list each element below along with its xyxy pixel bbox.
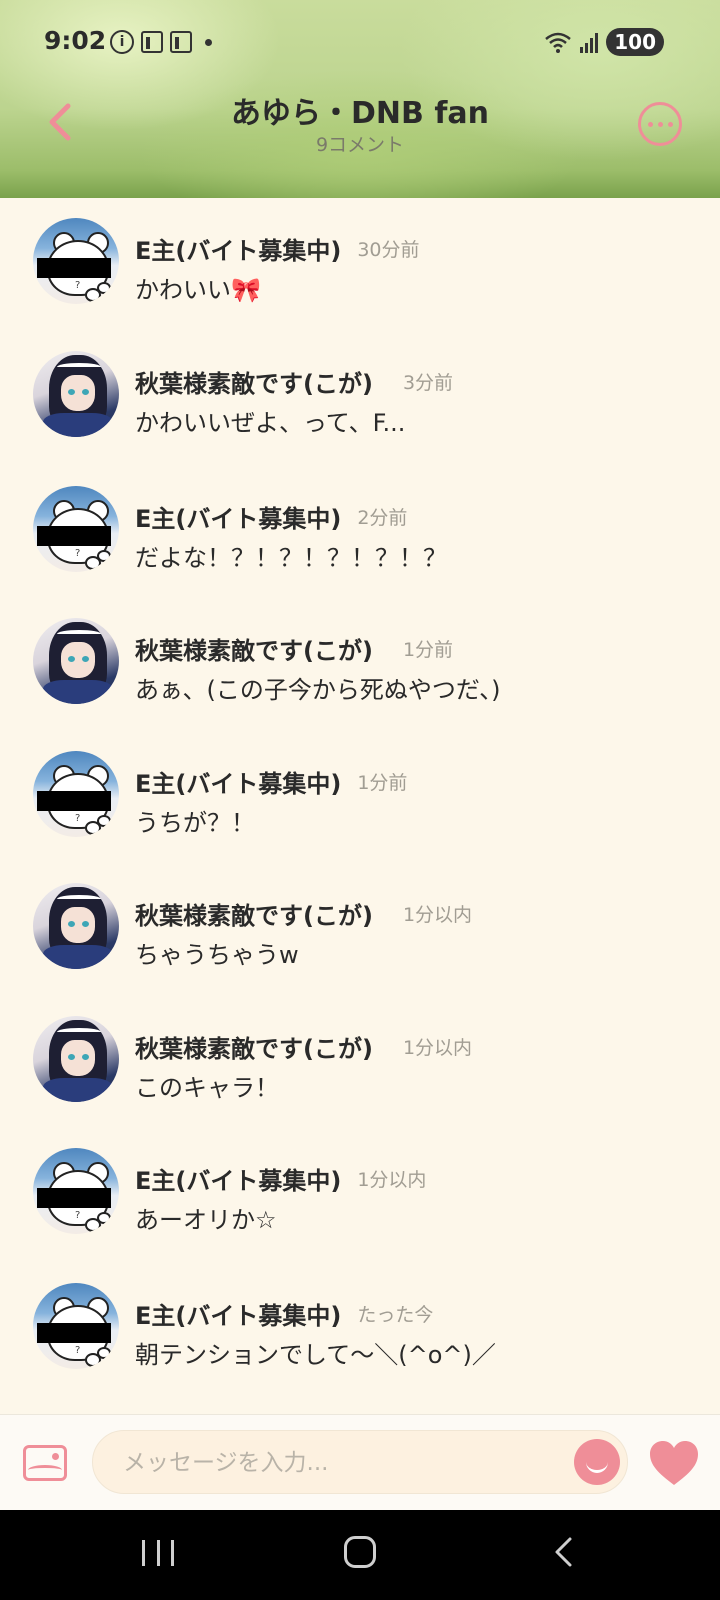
avatar[interactable]: ? [33,486,119,572]
comment-time: 2分前 [357,506,408,529]
page-title: あゆら・DNB fan [231,96,489,131]
system-icons: 100 [544,28,664,56]
status-bar: 9:02 i 100 [0,24,720,60]
comment-count: 9コメント [315,134,405,156]
comment-text: かわいいぜよ、って、F... [135,409,406,437]
avatar[interactable] [33,618,119,704]
message-input-bar: メッセージを入力... [0,1414,720,1510]
avatar[interactable]: ? [33,1148,119,1234]
comment-text: ちゃうちゃうw [135,941,299,969]
comment-author[interactable]: 秋葉様素敵です(こが) [135,364,373,399]
comment-time: 1分以内 [402,1036,473,1059]
status-time: 9:02 [44,26,107,55]
comment-list: ? E主(バイト募集中) 30分前 かわいい🎀 秋葉様素敵です(こが) 3分前 かわ… [0,198,720,1414]
recents-icon[interactable] [142,1540,174,1566]
comment-item[interactable]: 秋葉様素敵です(こが) 1分以内 ちゃうちゃうw [0,883,720,1003]
avatar[interactable] [33,1016,119,1102]
comment-time: 1分以内 [357,1168,427,1191]
battery-icon: 100 [606,28,664,56]
comment-author[interactable]: 秋葉様素敵です(こが) [135,1029,373,1064]
avatar[interactable]: ? [33,751,119,837]
comment-text: あーオリか☆ [135,1206,277,1234]
signal-icon [580,31,599,53]
comment-author[interactable]: 秋葉様素敵です(こが) [135,896,373,931]
image-icon[interactable] [23,1445,67,1481]
avatar[interactable]: ? [33,1283,119,1369]
comment-author[interactable]: E主(バイト募集中) [135,231,341,266]
comment-item[interactable]: 秋葉様素敵です(こが) 3分前 かわいいぜよ、って、F... [0,351,720,471]
comment-text: このキャラ！ [135,1074,279,1102]
comment-time: たった今 [357,1303,434,1326]
dot-icon [205,38,212,46]
comment-author[interactable]: E主(バイト募集中) [135,764,341,799]
header: 9:02 i 100 あゆら・DNB fan 9コメント [0,0,720,198]
comment-item[interactable]: ? E主(バイト募集中) 1分前 うちが？！ [0,751,720,871]
comment-time: 1分以内 [402,903,473,926]
comment-text: あぁ、(この子今から死ぬやつだ、) [135,676,501,704]
comment-time: 1分前 [357,771,408,794]
message-placeholder: メッセージを入力... [123,1450,329,1476]
comment-text: だよな！？！？！？！？！？ [135,544,447,572]
avatar[interactable]: ? [33,218,119,304]
comment-item[interactable]: ? E主(バイト募集中) 2分前 だよな！？！？！？！？！？ [0,486,720,606]
comment-time: 3分前 [402,371,454,394]
avatar[interactable] [33,883,119,969]
news-icon [141,31,163,53]
comment-author[interactable]: E主(バイト募集中) [135,1296,341,1331]
comment-text: うちが？！ [135,809,255,837]
comment-author[interactable]: 秋葉様素敵です(こが) [135,631,373,666]
comment-author[interactable]: E主(バイト募集中) [135,499,341,534]
message-input[interactable]: メッセージを入力... [92,1430,628,1494]
notification-icons: i [110,30,212,54]
heart-icon[interactable] [648,1439,700,1487]
comment-item[interactable]: 秋葉様素敵です(こが) 1分以内 このキャラ！ [0,1016,720,1136]
comment-author[interactable]: E主(バイト募集中) [135,1161,341,1196]
ribbon-icon: 🎀 [231,276,261,304]
back-icon[interactable] [552,1536,574,1568]
system-nav-bar [0,1510,720,1600]
comment-item[interactable]: ? E主(バイト募集中) 30分前 かわいい🎀 [0,218,720,338]
comment-item[interactable]: 秋葉様素敵です(こが) 1分前 あぁ、(この子今から死ぬやつだ、) [0,618,720,738]
comment-item[interactable]: ? E主(バイト募集中) たった今 朝テンションでして〜＼(^o^)／ [0,1283,720,1403]
comment-text: かわいい [135,276,231,304]
home-icon[interactable] [344,1536,376,1568]
wifi-icon [545,32,572,53]
comment-time: 30分前 [357,238,420,261]
comment-time: 1分前 [402,638,454,661]
comment-item[interactable]: ? E主(バイト募集中) 1分以内 あーオリか☆ [0,1148,720,1268]
news-icon [170,31,192,53]
info-icon: i [110,30,134,54]
avatar[interactable] [33,351,119,437]
more-icon[interactable] [638,102,682,146]
comment-text: 朝テンションでして〜＼(^o^)／ [135,1341,496,1369]
emoji-icon[interactable] [574,1439,620,1485]
